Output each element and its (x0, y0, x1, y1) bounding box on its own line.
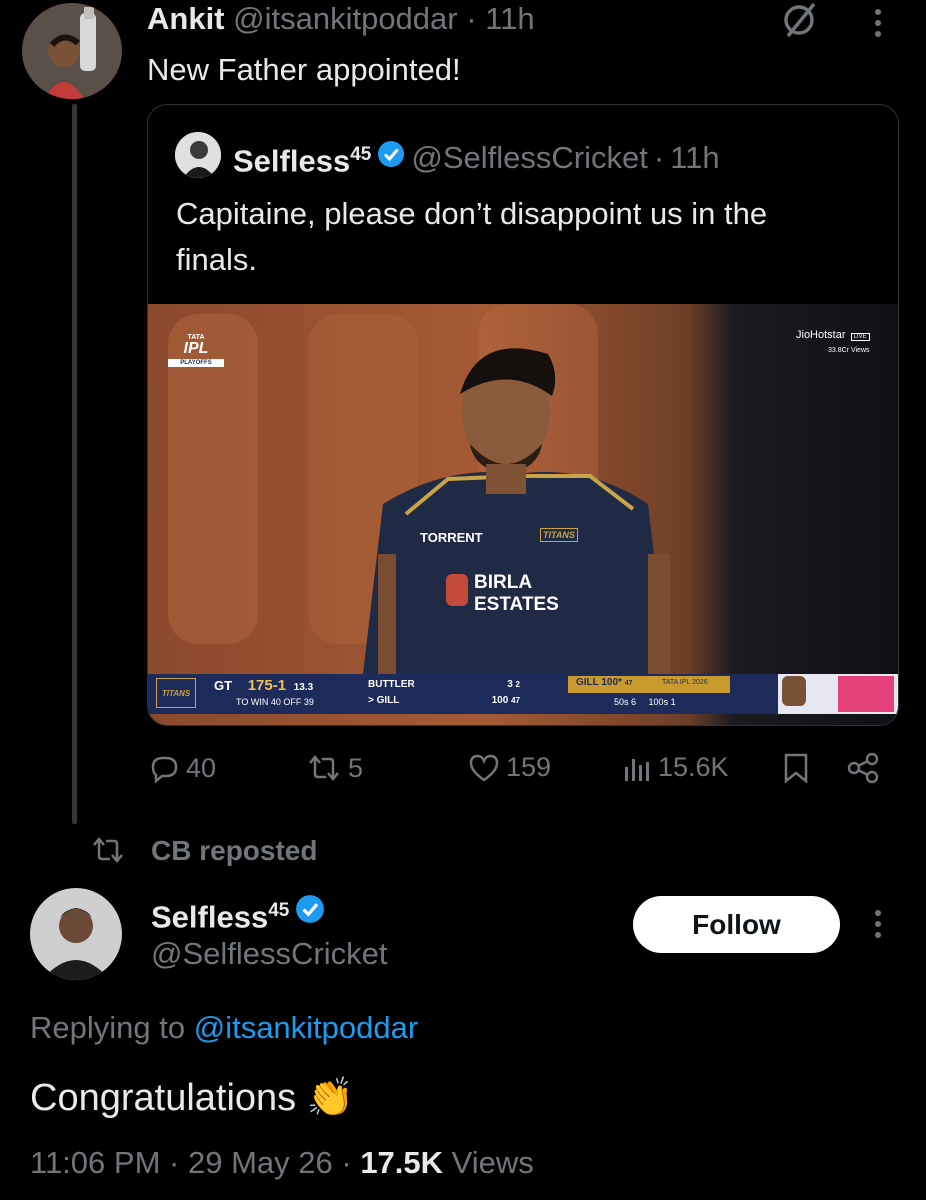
share-icon (847, 752, 879, 784)
hundreds: 100s 1 (648, 697, 676, 707)
logo-text: IPL (183, 340, 209, 357)
tweet-text: Congratulations 👏 (30, 1073, 354, 1122)
clapping-hands-emoji: 👏 (306, 1075, 355, 1119)
reply-icon (151, 756, 178, 784)
tweet-text: New Father appointed! (147, 52, 461, 87)
more-options-icon[interactable] (875, 910, 883, 938)
author-handle[interactable]: @itsankitpoddar (233, 1, 457, 36)
tweet-time[interactable]: 11:06 PM (30, 1145, 160, 1180)
replying-prefix: Replying to (30, 1010, 186, 1045)
repost-icon (309, 755, 339, 781)
avatar[interactable] (22, 3, 122, 99)
like-button[interactable]: 159 (468, 752, 551, 783)
fifties: 50s 6 (614, 697, 637, 707)
broadcaster-name: JioHotstar (796, 329, 846, 341)
tweet-image[interactable]: TATA IPL PLAYOFFS JioHotstar LIVE 33.8Cr… (148, 304, 898, 725)
verified-badge-icon (377, 138, 405, 178)
verified-badge-icon (295, 894, 325, 934)
target-text: TO WIN 40 OFF 39 (236, 697, 314, 707)
repost-button[interactable]: 5 (306, 752, 363, 784)
profile-photo (30, 888, 122, 980)
bookmark-button[interactable] (781, 752, 811, 789)
batter-2-runs: 100 (491, 695, 509, 706)
view-count-overlay: 33.8Cr Views (828, 347, 870, 354)
tweet-date[interactable]: 29 May 26 (188, 1145, 333, 1180)
repost-header[interactable]: CB reposted (151, 832, 317, 870)
jersey-sponsor: TORRENT (420, 530, 483, 545)
profile-photo (22, 3, 122, 99)
replying-handle-link[interactable]: @itsankitpoddar (194, 1010, 418, 1045)
replying-to: Replying to @itsankitpoddar (30, 1008, 418, 1048)
views-label: Views (451, 1145, 534, 1180)
overs: 13.3 (293, 682, 314, 693)
thread-line (72, 104, 77, 824)
avatar[interactable] (30, 888, 122, 980)
team-score: 175-1 (247, 677, 287, 694)
batters: BUTTLER > GILL (368, 677, 415, 709)
views-button[interactable]: 15.6K (622, 752, 729, 783)
jersey-sponsor-main: BIRLA ESTATES (474, 572, 559, 616)
jersey-crest-icon (446, 574, 468, 606)
live-badge: LIVE (850, 333, 870, 341)
quoted-avatar[interactable] (175, 132, 221, 178)
tweet-meta: 11:06 PM · 29 May 26 · 17.5K Views (30, 1143, 534, 1183)
reply-button[interactable]: 40 (148, 752, 216, 784)
jersey-main-line1: BIRLA (474, 572, 533, 593)
heart-icon (469, 754, 499, 782)
quoted-author-handle[interactable]: @SelflessCricket (411, 138, 647, 178)
separator: · (653, 140, 665, 176)
profile-photo (175, 132, 221, 178)
player-tag-balls: 47 (624, 680, 633, 687)
batter-1-balls: 2 (515, 680, 520, 689)
separator: · (169, 1145, 180, 1180)
batter-1-runs: 3 (507, 679, 513, 690)
player-tag-text: GILL 100* (576, 677, 622, 688)
broadcaster-label: JioHotstar LIVE (796, 329, 870, 341)
like-count: 159 (506, 752, 552, 782)
quoted-header: Selfless45 @SelflessCricket · 11h (233, 135, 720, 181)
repost-count: 5 (348, 752, 364, 783)
quoted-tweet-text: Capitaine, please don’t disappoint us in… (176, 196, 768, 277)
views-count: 15.6K (658, 752, 729, 782)
analytics-icon (625, 758, 649, 781)
logo-sub-text: PLAYOFFS (168, 359, 224, 367)
repost-indicator-icon (90, 834, 126, 871)
more-options-icon[interactable] (875, 9, 883, 37)
author-handle[interactable]: @SelflessCricket (151, 934, 387, 974)
timestamp[interactable]: 11h (670, 138, 719, 178)
event-tag: TATA IPL 2026 (662, 679, 708, 686)
tweet-text-body: Congratulations (30, 1077, 297, 1119)
player-tag: GILL 100* 47 (576, 677, 633, 688)
separator: · (341, 1145, 352, 1180)
cricket-broadcast-still (148, 304, 898, 725)
grok-icon[interactable] (780, 0, 820, 40)
player-headshot (782, 676, 806, 706)
jersey-team-logo: TITANS (540, 528, 578, 542)
author-name[interactable]: Ankit (147, 1, 225, 36)
batter-1: BUTTLER (368, 679, 415, 690)
batter-scores: 3 2 100 47 (470, 677, 520, 709)
follow-button[interactable]: Follow (633, 896, 840, 953)
timestamp[interactable]: 11h (485, 1, 534, 36)
quoted-tweet-card[interactable]: Selfless45 @SelflessCricket · 11h Capita… (147, 104, 899, 726)
views-total: 17.5K (360, 1145, 444, 1180)
batter-2-balls: 47 (511, 696, 520, 705)
ipl-playoffs-logo: TATA IPL PLAYOFFS (168, 334, 224, 367)
career-stats: 50s 6 100s 1 (614, 697, 676, 707)
bookmark-icon (784, 753, 808, 784)
team-code: GT (214, 678, 233, 693)
quoted-author-name[interactable]: Selfless45 (233, 135, 371, 181)
separator: · (466, 1, 477, 36)
author-line: Selfless45 (151, 891, 325, 937)
tweet-header: Ankit @itsankitpoddar · 11h (147, 0, 535, 38)
team-logo: TITANS (156, 678, 196, 708)
jersey-main-line2: ESTATES (474, 594, 559, 615)
batter-2: > GILL (368, 695, 400, 706)
scorebar-team: GT 175-1 13.3 (214, 677, 313, 694)
share-button[interactable] (846, 752, 880, 789)
reply-count: 40 (186, 752, 217, 783)
author-name[interactable]: Selfless45 (151, 891, 289, 937)
